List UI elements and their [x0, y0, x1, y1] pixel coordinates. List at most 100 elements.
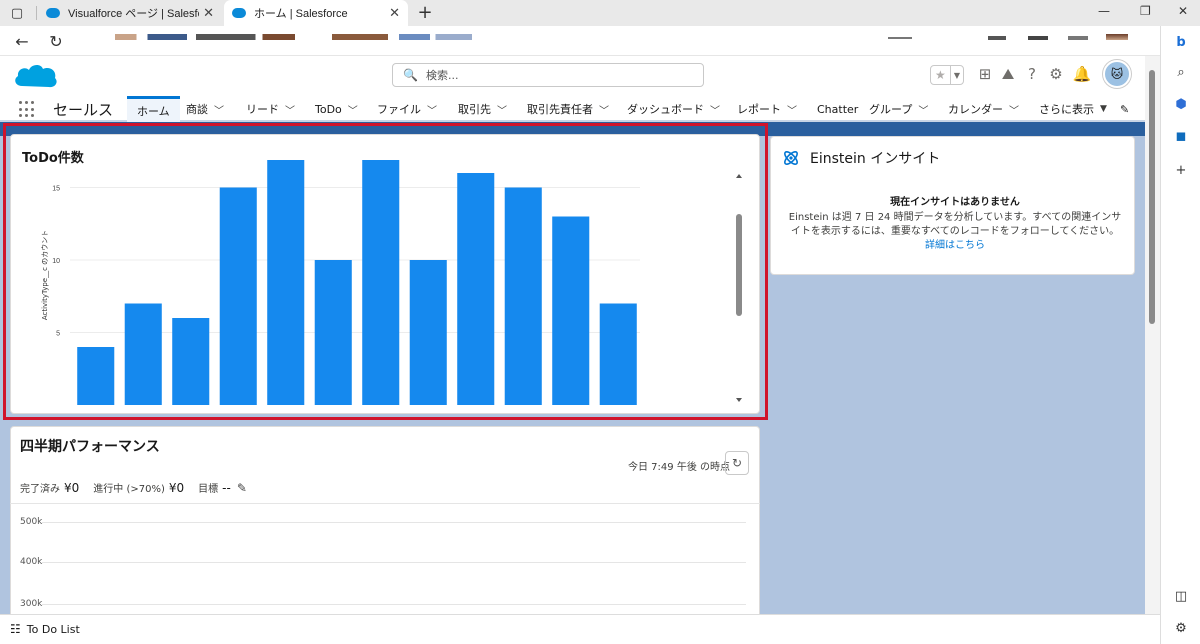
chevron-down-icon[interactable]: ﹀ — [1009, 102, 1019, 117]
nav-item-label: カレンダー — [948, 103, 1003, 116]
edit-goal-pencil-icon[interactable]: ✎ — [237, 481, 247, 495]
einstein-title: Einstein インサイト — [810, 151, 941, 167]
toolbar-icon[interactable] — [1028, 36, 1048, 40]
completed-value: ¥0 — [64, 480, 80, 495]
chevron-down-icon[interactable]: ﹀ — [787, 102, 797, 117]
nav-item-todo[interactable]: ToDo ﹀ — [315, 96, 358, 122]
add-icon[interactable]: + — [1171, 160, 1191, 180]
nav-item-label: レポート — [737, 103, 781, 116]
reload-icon[interactable]: ↻ — [46, 31, 66, 51]
nav-item-accounts[interactable]: 取引先 ﹀ — [458, 96, 507, 122]
card-title: 四半期パフォーマンス — [20, 439, 160, 455]
chevron-down-icon[interactable]: ﹀ — [497, 102, 507, 117]
chevron-down-icon[interactable]: ﹀ — [710, 102, 720, 117]
tools-icon[interactable]: ⬢ — [1171, 94, 1191, 114]
nav-item-home[interactable]: ホーム — [127, 96, 180, 122]
einstein-heading: 現在インサイトはありません — [890, 197, 1020, 208]
nav-item-groups[interactable]: グループ ﹀ — [869, 96, 928, 122]
url-obscured[interactable] — [115, 34, 295, 40]
chevron-down-icon[interactable]: ﹀ — [214, 102, 224, 117]
salesforce-favicon-icon — [232, 8, 246, 18]
page-scrollbar-thumb[interactable] — [1149, 70, 1155, 324]
utility-bar: ☷ To Do List — [0, 614, 1160, 644]
back-arrow-icon[interactable]: ← — [12, 31, 32, 51]
new-tab-button[interactable]: + — [414, 1, 436, 23]
nav-item-contacts[interactable]: 取引先責任者 ﹀ — [527, 96, 609, 122]
nav-item-label: さらに表示 — [1039, 103, 1094, 116]
completed-label: 完了済み — [20, 484, 60, 495]
browser-tab-home[interactable]: ホーム | Salesforce ✕ — [224, 0, 408, 26]
nav-item-more[interactable]: さらに表示 ▼ — [1039, 96, 1107, 122]
grid-line — [42, 562, 746, 563]
chevron-down-icon[interactable]: ﹀ — [599, 102, 609, 117]
tab-title: ホーム | Salesforce — [254, 8, 348, 20]
learn-more-link[interactable]: 詳細はこちら — [925, 240, 985, 251]
salesforce-logo[interactable] — [12, 60, 58, 92]
nav-item-label: Chatter — [817, 102, 859, 116]
chevron-down-icon[interactable]: ▼ — [949, 66, 963, 84]
toolbar-icon[interactable] — [988, 36, 1006, 40]
utility-label: To Do List — [26, 622, 80, 636]
close-tab-icon[interactable]: ✕ — [389, 5, 400, 21]
nav-item-reports[interactable]: レポート ﹀ — [737, 96, 797, 122]
sidebar-toggle-icon[interactable]: ◫ — [1171, 586, 1191, 606]
nav-item-label: グループ — [869, 103, 913, 116]
global-header: 🔍 検索... ★ ▼ ⊞ ⛰ ? ⚙ 🔔 🐱 — [0, 56, 1145, 96]
toolbar-icon[interactable] — [1068, 36, 1088, 40]
settings-icon[interactable]: ⚙ — [1171, 618, 1191, 638]
browser-sidebar: b ⌕ ⬢ ◼ + ◫ ⚙ — [1160, 26, 1200, 644]
global-search-input[interactable]: 🔍 検索... — [392, 63, 704, 87]
app-name: セールス — [53, 101, 114, 119]
nav-item-chatter[interactable]: Chatter — [817, 96, 858, 122]
goal-value: -- — [222, 480, 231, 495]
minimize-icon[interactable]: — — [1098, 4, 1110, 18]
nav-item-calendar[interactable]: カレンダー ﹀ — [948, 96, 1019, 122]
copilot-icon[interactable]: b — [1171, 32, 1191, 52]
profile-icon[interactable] — [1106, 34, 1128, 40]
search-placeholder: 検索... — [425, 69, 459, 82]
app-nav-bar: セールス ホーム 商談 ﹀ リード ﹀ ToDo ﹀ ファイル ﹀ 取引先 ﹀ 取引先責任… — [0, 96, 1145, 122]
search-icon[interactable]: ⌕ — [1171, 62, 1191, 82]
outlook-icon[interactable]: ◼ — [1171, 126, 1191, 146]
einstein-body-text: Einstein は週 7 日 24 時間データを分析しています。すべての関連イ… — [788, 212, 1122, 237]
in-progress-value: ¥0 — [168, 480, 185, 495]
chevron-down-icon[interactable]: ﹀ — [918, 102, 928, 117]
edit-nav-pencil-icon[interactable]: ✎ — [1120, 96, 1129, 122]
star-icon[interactable]: ★ — [931, 66, 950, 84]
browser-tab-visualforce[interactable]: Visualforce ページ | Salesforce ✕ — [38, 0, 222, 26]
nav-item-dashboards[interactable]: ダッシュボード ﹀ — [627, 96, 720, 122]
notifications-bell-icon[interactable]: 🔔 — [1072, 64, 1092, 84]
chevron-down-icon[interactable]: ﹀ — [348, 102, 358, 117]
address-bar-icon[interactable] — [888, 37, 912, 39]
tab-actions-icon[interactable]: ▢ — [6, 3, 28, 23]
nav-item-leads[interactable]: リード ﹀ — [246, 96, 295, 122]
maximize-icon[interactable]: ❐ — [1140, 4, 1151, 18]
user-avatar[interactable]: 🐱 — [1103, 60, 1131, 88]
chevron-down-icon[interactable]: ﹀ — [285, 102, 295, 117]
nav-item-files[interactable]: ファイル ﹀ — [377, 96, 437, 122]
nav-item-opportunities[interactable]: 商談 ﹀ — [186, 96, 224, 122]
url-obscured[interactable] — [332, 34, 472, 40]
refresh-timestamp: 今日 7:49 午後 の時点 — [628, 462, 730, 473]
y-tick-label: 300k — [20, 599, 43, 609]
nav-item-label: リード — [246, 103, 279, 116]
nav-item-label: ファイル — [377, 103, 421, 116]
salesforce-favicon-icon — [46, 8, 60, 18]
favorites-button[interactable]: ★ ▼ — [930, 65, 964, 85]
nav-item-label: ToDo — [315, 102, 342, 116]
todo-list-utility[interactable]: ☷ To Do List — [10, 622, 80, 636]
quarterly-summary: 完了済み ¥0 進行中 (>70%) ¥0 目標 -- ✎ — [20, 480, 247, 496]
grid-line — [42, 522, 746, 523]
global-actions-icon[interactable]: ⊞ — [975, 64, 995, 84]
help-icon[interactable]: ? — [1022, 64, 1042, 84]
grid-line — [42, 604, 746, 605]
caret-down-icon[interactable]: ▼ — [1100, 104, 1107, 114]
browser-tab-strip: ▢ Visualforce ページ | Salesforce ✕ ホーム | S… — [0, 0, 1200, 26]
close-tab-icon[interactable]: ✕ — [203, 5, 214, 21]
close-icon[interactable]: ✕ — [1178, 4, 1188, 18]
setup-gear-icon[interactable]: ⚙ — [1046, 64, 1066, 84]
trailhead-icon[interactable]: ⛰ — [998, 64, 1018, 84]
refresh-button[interactable]: ↻ — [725, 451, 749, 475]
chevron-down-icon[interactable]: ﹀ — [427, 102, 437, 117]
app-launcher-icon[interactable] — [19, 101, 36, 118]
